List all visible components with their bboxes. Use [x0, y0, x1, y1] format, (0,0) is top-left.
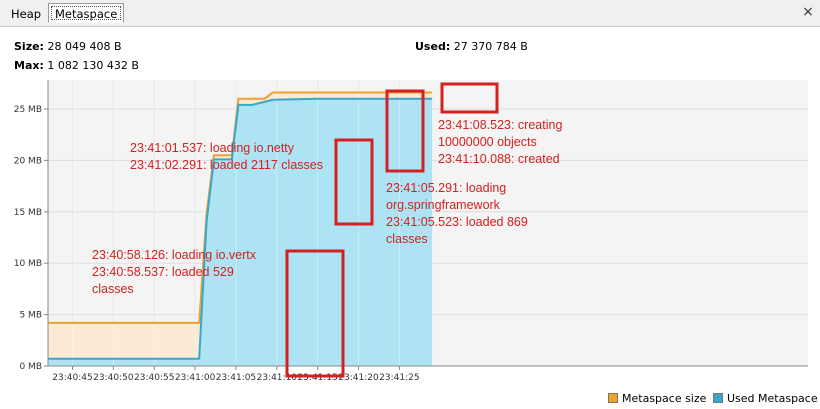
x-tick-label: 23:40:45 [52, 373, 92, 383]
tab-bar: Heap Metaspace × [0, 0, 820, 27]
annotation-text: 10000000 objects [438, 135, 537, 149]
y-tick-label: 20 MB [14, 156, 42, 166]
max-label: Max: [14, 59, 44, 72]
close-icon[interactable]: × [800, 4, 816, 20]
legend-metaspace-size: Metaspace size [608, 392, 706, 406]
size-value: 28 049 408 B [47, 40, 122, 53]
legend-label: Metaspace size [622, 392, 707, 405]
y-tick-label: 15 MB [14, 208, 42, 218]
x-tick-label: 23:40:55 [134, 373, 174, 383]
annotation-text: 23:40:58.126: loading io.vertx [92, 248, 257, 262]
annotation-text: org.springframework [386, 198, 501, 212]
y-tick-label: 10 MB [14, 259, 42, 269]
annotation-text: classes [92, 282, 134, 296]
legend-swatch-orange [608, 393, 618, 403]
annotation-text: 23:41:05.523: loaded 869 [386, 215, 528, 229]
legend-used-metaspace: Used Metaspace [713, 392, 818, 406]
size-info: Size: 28 049 408 B [14, 40, 122, 53]
annotation-text: 23:41:01.537: loading io.netty [130, 141, 295, 155]
x-tick-label: 23:40:50 [93, 373, 134, 383]
tab-heap[interactable]: Heap [4, 3, 48, 23]
max-info: Max: 1 082 130 432 B [14, 59, 139, 72]
x-tick-label: 23:41:00 [175, 373, 216, 383]
x-tick-label: 23:41:25 [379, 373, 419, 383]
tab-metaspace[interactable]: Metaspace [48, 3, 125, 23]
annotation-text: classes [386, 232, 428, 246]
used-value: 27 370 784 B [453, 40, 528, 53]
y-tick-label: 5 MB [19, 311, 42, 321]
used-info: Used: 27 370 784 B [415, 40, 528, 53]
x-tick-label: 23:41:05 [216, 373, 256, 383]
annotation-text: 23:40:58.537: loaded 529 [92, 265, 234, 279]
legend-label: Used Metaspace [727, 392, 818, 405]
annotation-text: 23:41:02.291: loaded 2117 classes [130, 158, 323, 172]
y-tick-label: 0 MB [19, 362, 42, 372]
used-label: Used: [415, 40, 451, 53]
annotation-text: 23:41:10.088: created [438, 152, 560, 166]
annotation-text: 23:41:05.291: loading [386, 181, 506, 195]
size-label: Size: [14, 40, 44, 53]
annotation-text: 23:41:08.523: creating [438, 118, 562, 132]
metaspace-chart: 0 MB5 MB10 MB15 MB20 MB25 MB23:40:45 23:4… [14, 80, 808, 383]
max-value: 1 082 130 432 B [47, 59, 139, 72]
legend-swatch-blue [713, 393, 723, 403]
y-tick-label: 25 MB [14, 105, 42, 115]
